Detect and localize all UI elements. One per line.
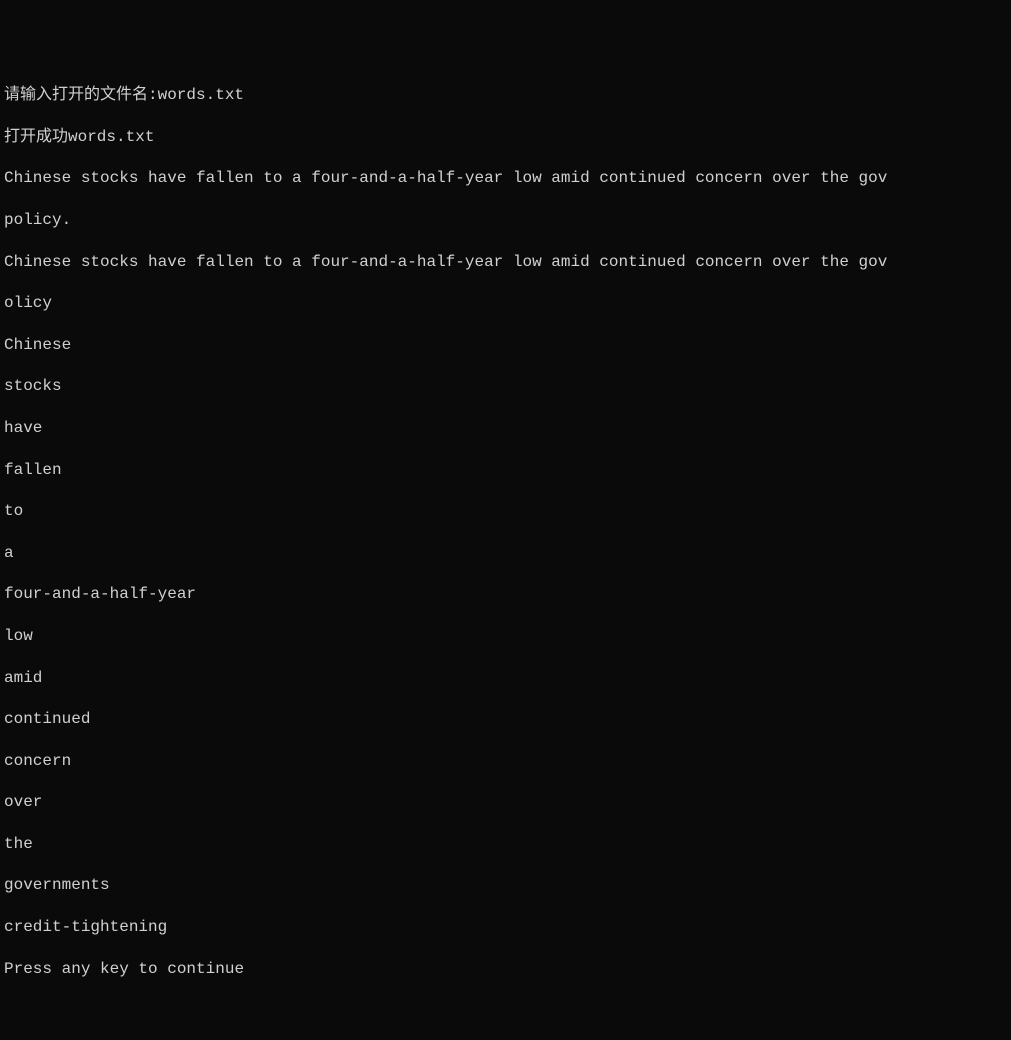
console-line-word: four-and-a-half-year xyxy=(4,584,1007,605)
console-line-word: continued xyxy=(4,709,1007,730)
console-line-sentence1: Chinese stocks have fallen to a four-and… xyxy=(4,168,1007,189)
console-line-open-success: 打开成功words.txt xyxy=(4,127,1007,148)
console-line-word: credit-tightening xyxy=(4,917,1007,938)
console-line-word: concern xyxy=(4,751,1007,772)
console-line-word: to xyxy=(4,501,1007,522)
console-line-sentence2-cont: olicy xyxy=(4,293,1007,314)
console-line-prompt: 请输入打开的文件名:words.txt xyxy=(4,85,1007,106)
console-line-sentence1-cont: policy. xyxy=(4,210,1007,231)
console-line-word: Chinese xyxy=(4,335,1007,356)
console-line-word: a xyxy=(4,543,1007,564)
console-line-word: fallen xyxy=(4,460,1007,481)
console-line-word: amid xyxy=(4,668,1007,689)
console-line-word: stocks xyxy=(4,376,1007,397)
console-line-sentence2: Chinese stocks have fallen to a four-and… xyxy=(4,252,1007,273)
console-line-word: low xyxy=(4,626,1007,647)
console-line-word: over xyxy=(4,792,1007,813)
console-line-word: governments xyxy=(4,875,1007,896)
console-line-word: the xyxy=(4,834,1007,855)
console-line-word: have xyxy=(4,418,1007,439)
console-line-press-key[interactable]: Press any key to continue xyxy=(4,959,1007,980)
